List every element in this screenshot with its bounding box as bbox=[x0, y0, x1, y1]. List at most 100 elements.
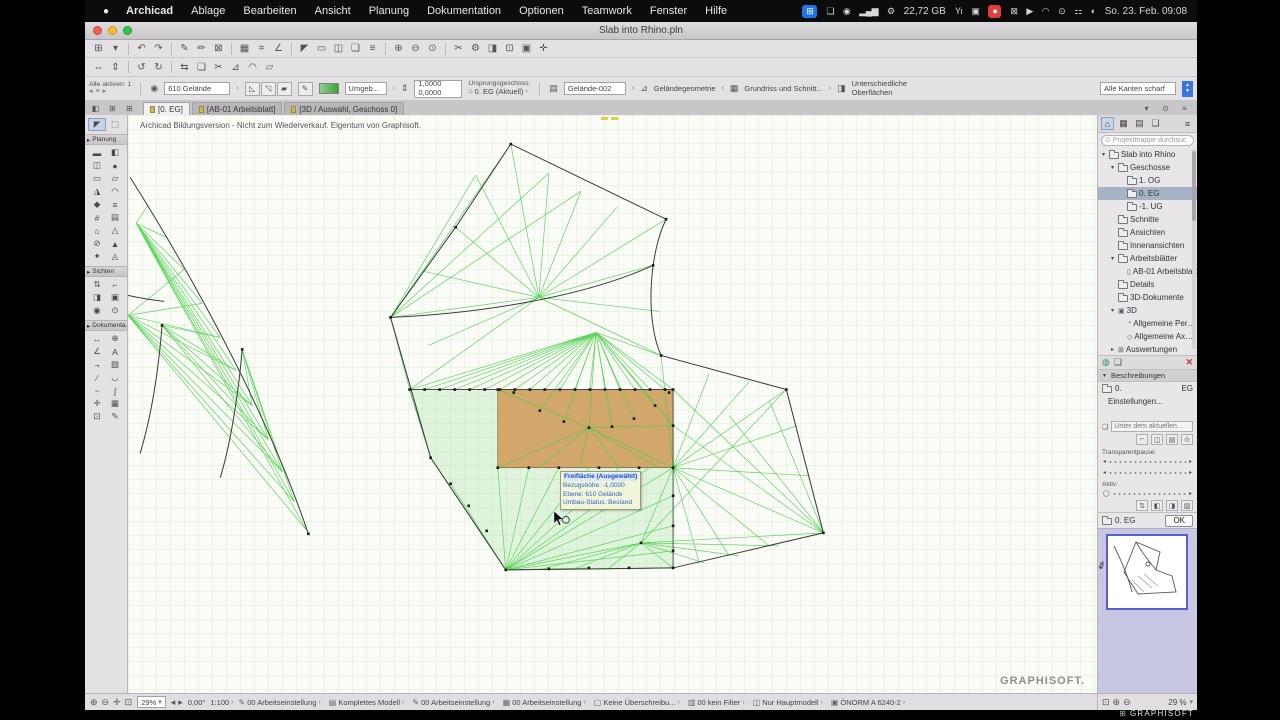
slider-right-icon[interactable]: ▸ bbox=[1189, 458, 1192, 465]
toolbox-section-sichten[interactable]: ▸ Sichten bbox=[85, 266, 127, 277]
tab-overflow-icon[interactable]: ▾ bbox=[1139, 104, 1154, 113]
object-tool[interactable]: ▲ bbox=[106, 237, 124, 250]
elevate-icon[interactable]: ⇕ bbox=[108, 62, 123, 73]
tree-item-1-og[interactable]: 1. OG bbox=[1098, 174, 1197, 187]
tab--ab-01-arbeitsblatt-[interactable]: [AB-01 Arbeitsblatt] bbox=[191, 102, 283, 115]
navigator-menu-icon[interactable]: ≡ bbox=[1181, 117, 1194, 130]
settings-row[interactable]: Einstellungen... bbox=[1098, 395, 1197, 408]
dual-view-icon[interactable]: ⊞ bbox=[122, 104, 137, 113]
search-icon[interactable]: ⊙ bbox=[1058, 6, 1066, 17]
active-slider[interactable]: ◯ ▸ bbox=[1098, 488, 1197, 499]
section-tool[interactable]: ⇅ bbox=[88, 278, 106, 291]
control-center-icon[interactable]: ⚏ bbox=[1074, 6, 1082, 17]
dimension-standard-status[interactable]: ▣ ÖNORM A 6240-2 › bbox=[831, 698, 905, 707]
properties-icon[interactable]: ◍ bbox=[1102, 357, 1110, 368]
tree-item-0-eg[interactable]: 0. EG bbox=[1098, 187, 1197, 200]
move-icon[interactable]: ⇔ bbox=[91, 62, 106, 73]
pen-color-button[interactable]: ✎ bbox=[297, 81, 313, 96]
morph-tool[interactable]: ◆ bbox=[88, 198, 106, 211]
curtain-wall-tool[interactable]: ▤ bbox=[106, 211, 124, 224]
roof-tool[interactable]: ◮ bbox=[88, 185, 106, 198]
tree-item-allgemeine-perspek[interactable]: ◔Allgemeine Perspek bbox=[1098, 317, 1197, 330]
column-tool[interactable]: ● bbox=[106, 159, 124, 172]
arc-tool[interactable]: ◡ bbox=[106, 371, 124, 384]
elevation-fields[interactable]: 1,0000 0,0000 bbox=[414, 79, 463, 98]
zone-tool[interactable]: ⌂ bbox=[88, 224, 106, 237]
menu-item-optionen[interactable]: Optionen bbox=[510, 5, 573, 17]
tab--3d-auswahl-geschoss-0-[interactable]: [3D / Auswahl, Geschoss 0] bbox=[284, 102, 405, 115]
menu-item-hilfe[interactable]: Hilfe bbox=[696, 5, 736, 17]
mesh-geometry-dropdown[interactable]: Geländegeometrie bbox=[654, 84, 716, 93]
menu-item-planung[interactable]: Planung bbox=[360, 5, 418, 17]
detail-tool[interactable]: ⊙ bbox=[106, 304, 124, 317]
pen-set-status[interactable]: ✎ 00 Arbeitseinstellung › bbox=[412, 698, 494, 707]
zoom-dropdown[interactable]: 29% ▾ bbox=[137, 696, 166, 708]
menu-item-ansicht[interactable]: Ansicht bbox=[306, 5, 360, 17]
window-titlebar[interactable]: Slab into Rhino.pln bbox=[85, 22, 1197, 40]
slider-right-icon[interactable]: ▸ bbox=[1189, 490, 1192, 497]
reference-story-row[interactable]: 0. EG bbox=[1098, 382, 1197, 395]
guide-angle-icon[interactable]: ∠ bbox=[271, 43, 286, 54]
settings-icon[interactable]: ⚙ bbox=[468, 43, 483, 54]
undo-icon[interactable]: ↶ bbox=[134, 43, 149, 54]
trim-icon[interactable]: ✂ bbox=[451, 43, 466, 54]
tree-item-innenansichten[interactable]: Innenansichten bbox=[1098, 239, 1197, 252]
delete-icon[interactable]: ✕ bbox=[1185, 357, 1193, 368]
layer-combination-status[interactable]: ▦ 00 Arbeitseinstellung › bbox=[503, 698, 586, 707]
close-window-icon[interactable] bbox=[93, 26, 102, 35]
select-icon[interactable]: ◤ bbox=[297, 43, 312, 54]
scale-dropdown[interactable]: 1:100 › bbox=[210, 698, 233, 707]
layers-icon[interactable]: ≡ bbox=[365, 43, 380, 54]
slider-left-icon[interactable]: ◂ bbox=[1103, 458, 1106, 465]
caret-icon[interactable]: ▾ bbox=[1109, 307, 1116, 314]
slab-tool[interactable]: ▱ bbox=[106, 172, 124, 185]
next-selection-icon[interactable]: ▸ bbox=[103, 88, 107, 96]
ramp-tool[interactable]: ◬ bbox=[106, 250, 124, 263]
menu-item-archicad[interactable]: Archicad bbox=[117, 5, 182, 17]
box-icon[interactable]: ▭ bbox=[314, 43, 329, 54]
drawing-canvas[interactable]: Archicad Bildungsversion - Nicht zum Wie… bbox=[128, 115, 1097, 693]
offset-icon[interactable]: ▱ bbox=[262, 62, 277, 73]
tree-item--1-ug[interactable]: -1. UG bbox=[1098, 200, 1197, 213]
siri-icon[interactable]: ◐ bbox=[1091, 6, 1096, 16]
caret-icon[interactable]: ▾ bbox=[1109, 164, 1116, 171]
window-tool[interactable]: ◫ bbox=[88, 159, 106, 172]
nav-zoom-fit-icon[interactable]: ⊡ bbox=[1102, 697, 1110, 708]
slider-track[interactable] bbox=[1111, 491, 1187, 496]
tree-item-3d[interactable]: ▾ ▣ 3D bbox=[1098, 304, 1197, 317]
tree-item-allgemeine-axonom[interactable]: ◇Allgemeine Axonom bbox=[1098, 330, 1197, 343]
delete-icon[interactable]: ⊠ bbox=[211, 43, 226, 54]
reference-combo[interactable]: Unter dem aktuellen... bbox=[1111, 421, 1193, 432]
splitter-icon[interactable]: ◧ bbox=[1151, 500, 1163, 511]
fill-tool[interactable]: ▨ bbox=[106, 358, 124, 371]
tree-scrollbar-thumb[interactable] bbox=[1192, 151, 1196, 221]
redo-icon[interactable]: ↷ bbox=[151, 43, 166, 54]
tree-item-auswertungen[interactable]: ▸ ⊞ Auswertungen bbox=[1098, 343, 1197, 355]
grid-icon[interactable]: ▦ bbox=[237, 43, 252, 54]
caret-icon[interactable]: ▾ bbox=[1100, 151, 1107, 158]
split-icon[interactable]: ✂ bbox=[211, 62, 226, 73]
minimize-window-icon[interactable] bbox=[108, 26, 117, 35]
surface-dropdown[interactable]: Umgeb... bbox=[344, 82, 387, 95]
door-tool[interactable]: ◧ bbox=[106, 146, 124, 159]
toolbox-section-dokumenta-[interactable]: ▸ Dokumenta... bbox=[85, 320, 127, 331]
tree-item-ansichten[interactable]: Ansichten bbox=[1098, 226, 1197, 239]
layout-book-icon[interactable]: ▤ bbox=[1133, 117, 1146, 130]
mirror-icon[interactable]: ◫ bbox=[331, 43, 346, 54]
wall-tool[interactable]: ▬ bbox=[88, 146, 106, 159]
drawing-icon[interactable]: ⊡ bbox=[502, 43, 517, 54]
slider-track[interactable] bbox=[1108, 470, 1187, 475]
snap-grid-icon[interactable]: ⌗ bbox=[254, 43, 269, 54]
rotate-cw-icon[interactable]: ↻ bbox=[151, 62, 166, 73]
renovation-filter-status[interactable]: ▥ 00 kein Filter › bbox=[688, 698, 745, 707]
text-tool[interactable]: A bbox=[106, 345, 124, 358]
zoom-out-icon[interactable]: ⊖ bbox=[408, 43, 423, 54]
sb-pan-icon[interactable]: ✛ bbox=[113, 697, 121, 708]
caret-icon[interactable]: ▸ bbox=[1109, 346, 1116, 353]
surface-swatch[interactable] bbox=[318, 83, 339, 94]
publisher-icon[interactable]: ❏ bbox=[1149, 117, 1162, 130]
sb-zoom-out-icon[interactable]: ⊖ bbox=[102, 697, 110, 708]
pane-toggle-icon[interactable]: ◧ bbox=[88, 104, 103, 113]
sb-fit-icon[interactable]: ⊡ bbox=[125, 697, 133, 708]
app-badge-icon[interactable]: ⊞ bbox=[802, 4, 818, 18]
